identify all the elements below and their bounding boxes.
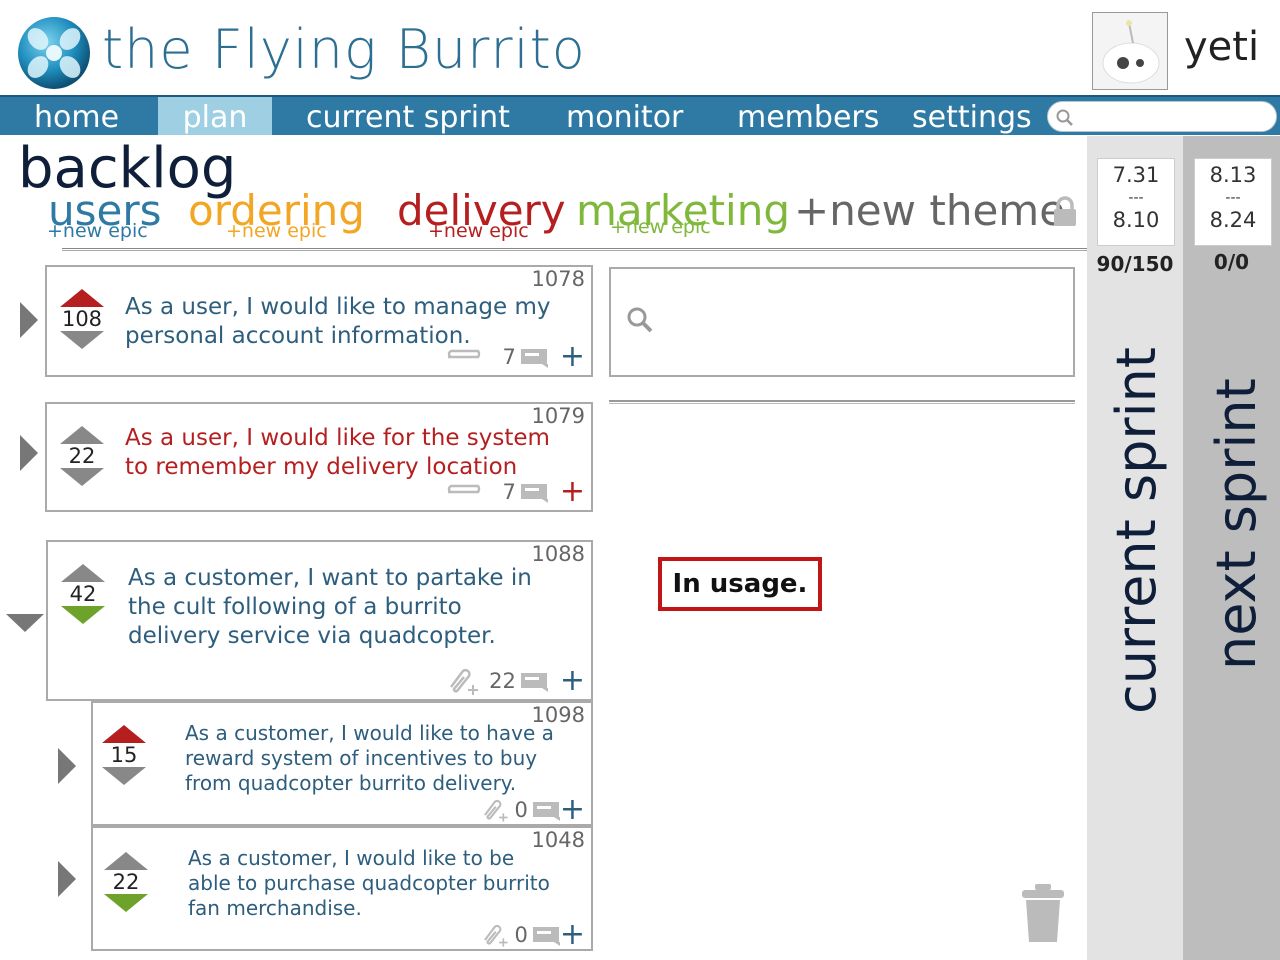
divider <box>609 400 1075 404</box>
app-logo-icon[interactable] <box>16 15 92 91</box>
downvote-arrow-icon[interactable] <box>60 331 104 349</box>
story-text[interactable]: As a customer, I want to partake in the … <box>128 564 532 651</box>
expand-arrow-icon[interactable] <box>20 302 38 338</box>
search-icon <box>627 307 653 333</box>
upvote-arrow-icon[interactable] <box>60 426 104 444</box>
in-usage-notice: In usage. <box>658 557 822 611</box>
vote-control: 22 <box>59 426 105 486</box>
add-task-button[interactable]: + <box>560 795 585 825</box>
story-id: 1078 <box>531 267 585 291</box>
sprint-dates: 7.31 --- 8.10 <box>1097 158 1175 246</box>
nav-members[interactable]: members <box>737 97 879 135</box>
upvote-arrow-icon[interactable] <box>61 564 105 582</box>
avatar[interactable] <box>1092 12 1168 90</box>
upvote-arrow-icon[interactable] <box>102 725 146 743</box>
vote-control: 108 <box>59 289 105 349</box>
story-card-1048[interactable]: 1048 22 As a customer, I would like to b… <box>91 826 593 951</box>
add-task-button[interactable]: + <box>560 920 585 950</box>
vote-control: 42 <box>60 564 106 624</box>
next-sprint-column[interactable]: 8.13 --- 8.24 0/0 next sprint <box>1183 136 1280 960</box>
story-footer: 0 + <box>480 795 585 825</box>
nav-monitor[interactable]: monitor <box>566 97 683 135</box>
divider <box>62 248 1087 251</box>
story-footer: 22 + <box>445 665 585 697</box>
comment-count: 7 <box>502 480 516 504</box>
comment-count: 0 <box>514 798 528 822</box>
comment-count: 0 <box>514 923 528 947</box>
search-icon <box>1056 109 1073 126</box>
vote-count: 15 <box>110 743 138 767</box>
comment-count: 7 <box>502 345 516 369</box>
vote-control: 22 <box>103 852 149 912</box>
attachment-icon[interactable] <box>444 349 486 365</box>
comment-icon[interactable] <box>520 481 550 503</box>
comment-icon[interactable] <box>532 924 562 946</box>
main-nav: home plan current sprint monitor members… <box>0 95 1280 135</box>
new-epic-marketing[interactable]: +new epic <box>610 216 711 238</box>
expand-arrow-icon[interactable] <box>58 861 76 897</box>
downvote-arrow-icon[interactable] <box>102 767 146 785</box>
nav-plan[interactable]: plan <box>158 97 272 135</box>
add-task-button[interactable]: + <box>560 477 585 507</box>
sprint-dates: 8.13 --- 8.24 <box>1194 158 1272 246</box>
vote-count: 42 <box>69 582 97 606</box>
sprint-label: next sprint <box>1205 378 1268 670</box>
nav-search-input[interactable] <box>1047 101 1277 132</box>
vote-count: 108 <box>61 307 103 331</box>
upvote-arrow-icon[interactable] <box>60 289 104 307</box>
username[interactable]: yeti <box>1184 24 1259 70</box>
attachment-add-icon[interactable] <box>445 665 481 697</box>
add-task-button[interactable]: + <box>560 666 585 696</box>
story-footer: 0 + <box>480 920 585 950</box>
upvote-arrow-icon[interactable] <box>104 852 148 870</box>
downvote-arrow-icon[interactable] <box>60 468 104 486</box>
comment-icon[interactable] <box>520 346 550 368</box>
nav-settings[interactable]: settings <box>912 97 1032 135</box>
story-footer: 7 + <box>444 477 585 507</box>
story-card-1098[interactable]: 1098 15 As a customer, I would like to h… <box>91 701 593 826</box>
downvote-arrow-icon[interactable] <box>104 894 148 912</box>
comment-icon[interactable] <box>520 670 550 692</box>
comment-count: 22 <box>489 669 516 693</box>
new-epic-ordering[interactable]: +new epic <box>226 220 327 242</box>
story-text[interactable]: As a customer, I would like to be able t… <box>188 846 550 921</box>
expand-arrow-icon[interactable] <box>58 748 76 784</box>
story-text[interactable]: As a customer, I would like to have a re… <box>185 721 554 796</box>
vote-control: 15 <box>101 725 147 785</box>
trash-icon[interactable] <box>1020 882 1066 948</box>
nav-home[interactable]: home <box>34 97 119 135</box>
new-theme-button[interactable]: +new theme <box>794 186 1065 235</box>
nav-current-sprint[interactable]: current sprint <box>306 97 510 135</box>
app-title: the Flying Burrito <box>102 18 586 81</box>
collapse-arrow-icon[interactable] <box>6 614 44 632</box>
new-epic-users[interactable]: +new epic <box>47 220 148 242</box>
attachment-add-icon[interactable] <box>480 921 510 949</box>
story-card-1088[interactable]: 1088 42 As a customer, I want to partake… <box>46 540 593 701</box>
lock-icon[interactable] <box>1052 196 1078 232</box>
attachment-add-icon[interactable] <box>480 796 510 824</box>
attachment-icon[interactable] <box>444 484 486 500</box>
story-card-1079[interactable]: 1079 22 As a user, I would like for the … <box>45 402 593 512</box>
vote-count: 22 <box>112 870 140 894</box>
new-epic-delivery[interactable]: +new epic <box>428 220 529 242</box>
sprint-label: current sprint <box>1105 347 1168 714</box>
comment-icon[interactable] <box>532 799 562 821</box>
story-text[interactable]: As a user, I would like for the system t… <box>125 424 550 482</box>
sprint-points: 0/0 <box>1213 250 1250 274</box>
add-task-button[interactable]: + <box>560 342 585 372</box>
current-sprint-column[interactable]: 7.31 --- 8.10 90/150 current sprint <box>1087 136 1183 960</box>
vote-count: 22 <box>68 444 96 468</box>
story-footer: 7 + <box>444 342 585 372</box>
story-card-1078[interactable]: 1078 108 As a user, I would like to mana… <box>45 265 593 377</box>
expand-arrow-icon[interactable] <box>20 435 38 471</box>
sprint-points: 90/150 <box>1096 252 1174 276</box>
downvote-arrow-icon[interactable] <box>61 606 105 624</box>
story-search-input[interactable] <box>609 267 1075 377</box>
story-id: 1088 <box>531 542 585 566</box>
